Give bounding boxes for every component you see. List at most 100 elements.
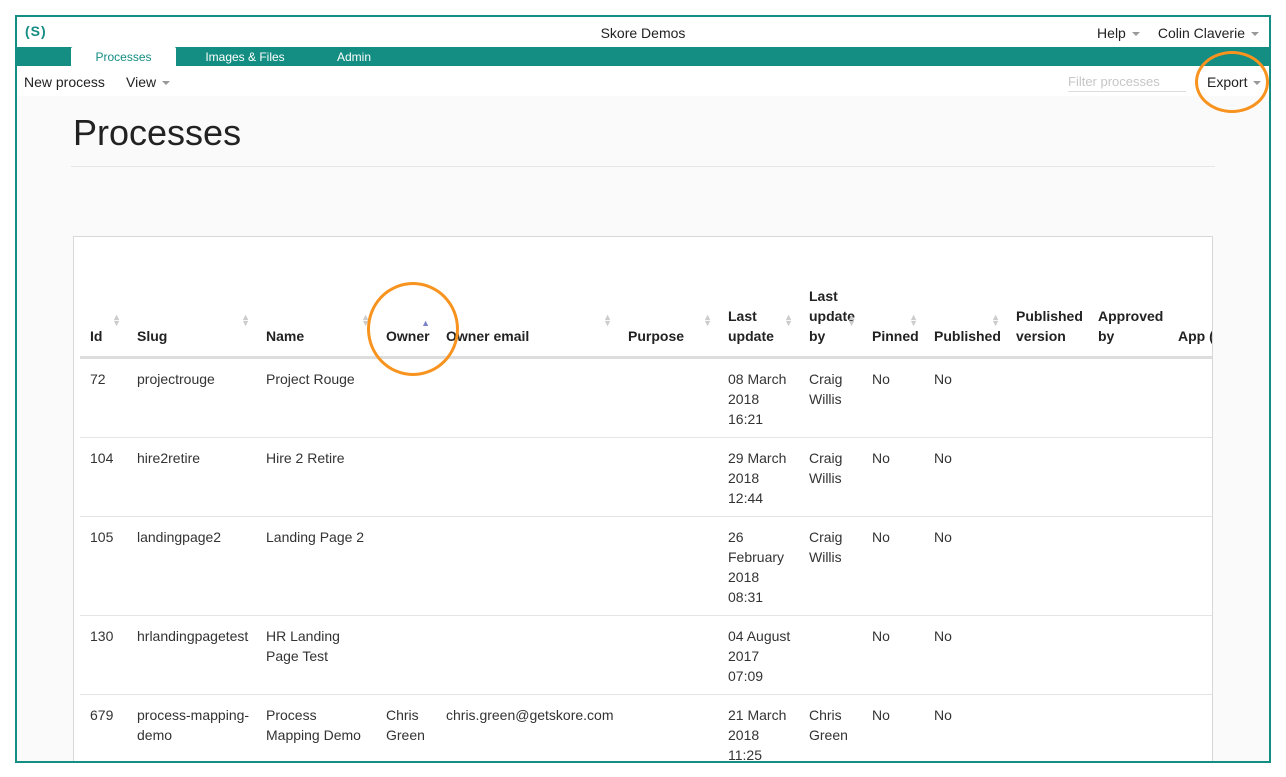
chevron-down-icon: [1253, 81, 1262, 86]
tab-processes[interactable]: Processes: [71, 47, 176, 66]
table-header-row: Id ▲ ▼ Slug ▲ ▼ Name ▲ ▼ Owner ▲ Owner email ▲ ▼ …: [80, 285, 1212, 359]
toolbar: New process View Export: [17, 66, 1269, 96]
column-header-owner[interactable]: Owner ▲: [376, 285, 436, 359]
cell-owner: [376, 615, 436, 695]
sort-ascending-icon: ▲: [421, 317, 430, 328]
column-label: Published version: [1016, 307, 1083, 344]
column-header-approved-email[interactable]: App (em: [1168, 285, 1212, 359]
cell-empty: [1088, 516, 1168, 616]
cell-published: No: [924, 516, 1006, 616]
column-header-owner-email[interactable]: Owner email ▲ ▼: [436, 285, 618, 359]
column-header-id[interactable]: Id ▲ ▼: [80, 285, 127, 359]
cell-name: Process Mapping Demo: [256, 694, 376, 761]
cell-empty: [1006, 516, 1088, 616]
user-name: Colin Claverie: [1157, 25, 1245, 41]
column-label: App (em: [1178, 327, 1212, 344]
processes-table: Id ▲ ▼ Slug ▲ ▼ Name ▲ ▼ Owner ▲ Owner email ▲ ▼ …: [80, 285, 1212, 761]
cell-last-update-by: Craig Willis: [799, 516, 862, 616]
table-row[interactable]: 679 process-mapping-demo Process Mapping D…: [80, 694, 1212, 761]
view-label: View: [126, 74, 157, 90]
cell-last-update-by: Craig Willis: [799, 437, 862, 517]
tab-images-files[interactable]: Images & Files: [193, 47, 297, 66]
cell-empty: [1168, 694, 1212, 761]
sort-icon: ▲ ▼: [241, 311, 250, 328]
sort-icon: ▲ ▼: [909, 311, 918, 328]
export-label: Export: [1207, 74, 1248, 90]
column-label: Purpose: [628, 327, 685, 344]
cell-name: Landing Page 2: [256, 516, 376, 616]
cell-last-update: 04 August 2017 07:09: [718, 615, 799, 695]
sort-icon: ▲ ▼: [847, 311, 856, 328]
cell-slug: hire2retire: [127, 437, 256, 517]
cell-purpose: [618, 516, 718, 616]
cell-owner: [376, 437, 436, 517]
cell-owner: [376, 357, 436, 438]
divider: [71, 166, 1215, 167]
table-row[interactable]: 130 hrlandingpagetest HR Landing Page Test…: [80, 615, 1212, 695]
column-header-slug[interactable]: Slug ▲ ▼: [127, 285, 256, 359]
column-header-last-update[interactable]: Last update ▲ ▼: [718, 285, 799, 359]
cell-empty: [1168, 516, 1212, 616]
sort-icon: ▲ ▼: [603, 311, 612, 328]
column-header-last-update-by[interactable]: Last update by ▲ ▼: [799, 285, 862, 359]
column-label: Name: [266, 327, 305, 344]
cell-last-update-by: Craig Willis: [799, 357, 862, 438]
column-header-published[interactable]: Published ▲ ▼: [924, 285, 1006, 359]
cell-empty: [1088, 437, 1168, 517]
filter-processes-input[interactable]: [1068, 72, 1186, 92]
cell-last-update-by: Chris Green: [799, 694, 862, 761]
help-menu[interactable]: Help: [1097, 25, 1140, 41]
top-bar: (S) Skore Demos Help Colin Claverie: [17, 17, 1269, 47]
column-header-name[interactable]: Name ▲ ▼: [256, 285, 376, 359]
cell-owner-email: chris.green@getskore.com: [436, 694, 618, 761]
cell-empty: [1088, 694, 1168, 761]
cell-empty: [1006, 694, 1088, 761]
cell-empty: [1006, 615, 1088, 695]
export-menu[interactable]: Export: [1207, 74, 1262, 90]
column-header-purpose[interactable]: Purpose ▲ ▼: [618, 285, 718, 359]
cell-last-update: 26 February 2018 08:31: [718, 516, 799, 616]
cell-id: 130: [80, 615, 127, 695]
cell-slug: hrlandingpagetest: [127, 615, 256, 695]
column-header-approved-by[interactable]: Approved by: [1088, 285, 1168, 359]
tab-admin[interactable]: Admin: [323, 47, 385, 66]
table-row[interactable]: 104 hire2retire Hire 2 Retire 29 March 2018…: [80, 437, 1212, 517]
column-label: Last update: [728, 307, 774, 344]
cell-slug: projectrouge: [127, 357, 256, 438]
help-label: Help: [1097, 25, 1126, 41]
sort-icon: ▲ ▼: [361, 311, 370, 328]
cell-empty: [1168, 357, 1212, 438]
sort-icon: ▲ ▼: [703, 311, 712, 328]
cell-owner-email: [436, 516, 618, 616]
main-content: Processes Id ▲ ▼ Slug ▲ ▼ Name ▲ ▼ Owner ▲ Owne…: [17, 96, 1269, 761]
cell-empty: [1006, 437, 1088, 517]
cell-pinned: No: [862, 516, 924, 616]
table-row[interactable]: 72 projectrouge Project Rouge 08 March 2018…: [80, 357, 1212, 438]
column-header-pinned[interactable]: Pinned ▲ ▼: [862, 285, 924, 359]
new-process-button[interactable]: New process: [24, 74, 105, 90]
cell-empty: [1168, 615, 1212, 695]
cell-owner-email: [436, 437, 618, 517]
page-title: Processes: [73, 112, 242, 153]
column-label: Approved by: [1098, 307, 1164, 344]
column-label: Owner: [386, 327, 430, 344]
chevron-down-icon: [1131, 32, 1140, 37]
cell-purpose: [618, 437, 718, 517]
cell-pinned: No: [862, 615, 924, 695]
table-row[interactable]: 105 landingpage2 Landing Page 2 26 February…: [80, 516, 1212, 616]
cell-published: No: [924, 437, 1006, 517]
view-menu[interactable]: View: [126, 74, 171, 90]
cell-empty: [1006, 357, 1088, 438]
sort-icon: ▲ ▼: [991, 311, 1000, 328]
cell-owner-email: [436, 615, 618, 695]
cell-id: 105: [80, 516, 127, 616]
cell-pinned: No: [862, 694, 924, 761]
cell-last-update-by: [799, 615, 862, 695]
column-header-published-version[interactable]: Published version: [1006, 285, 1088, 359]
user-menu[interactable]: Colin Claverie: [1158, 25, 1259, 41]
cell-id: 104: [80, 437, 127, 517]
cell-id: 72: [80, 357, 127, 438]
sort-icon: ▲ ▼: [784, 311, 793, 328]
cell-id: 679: [80, 694, 127, 761]
app-title: Skore Demos: [600, 25, 686, 41]
